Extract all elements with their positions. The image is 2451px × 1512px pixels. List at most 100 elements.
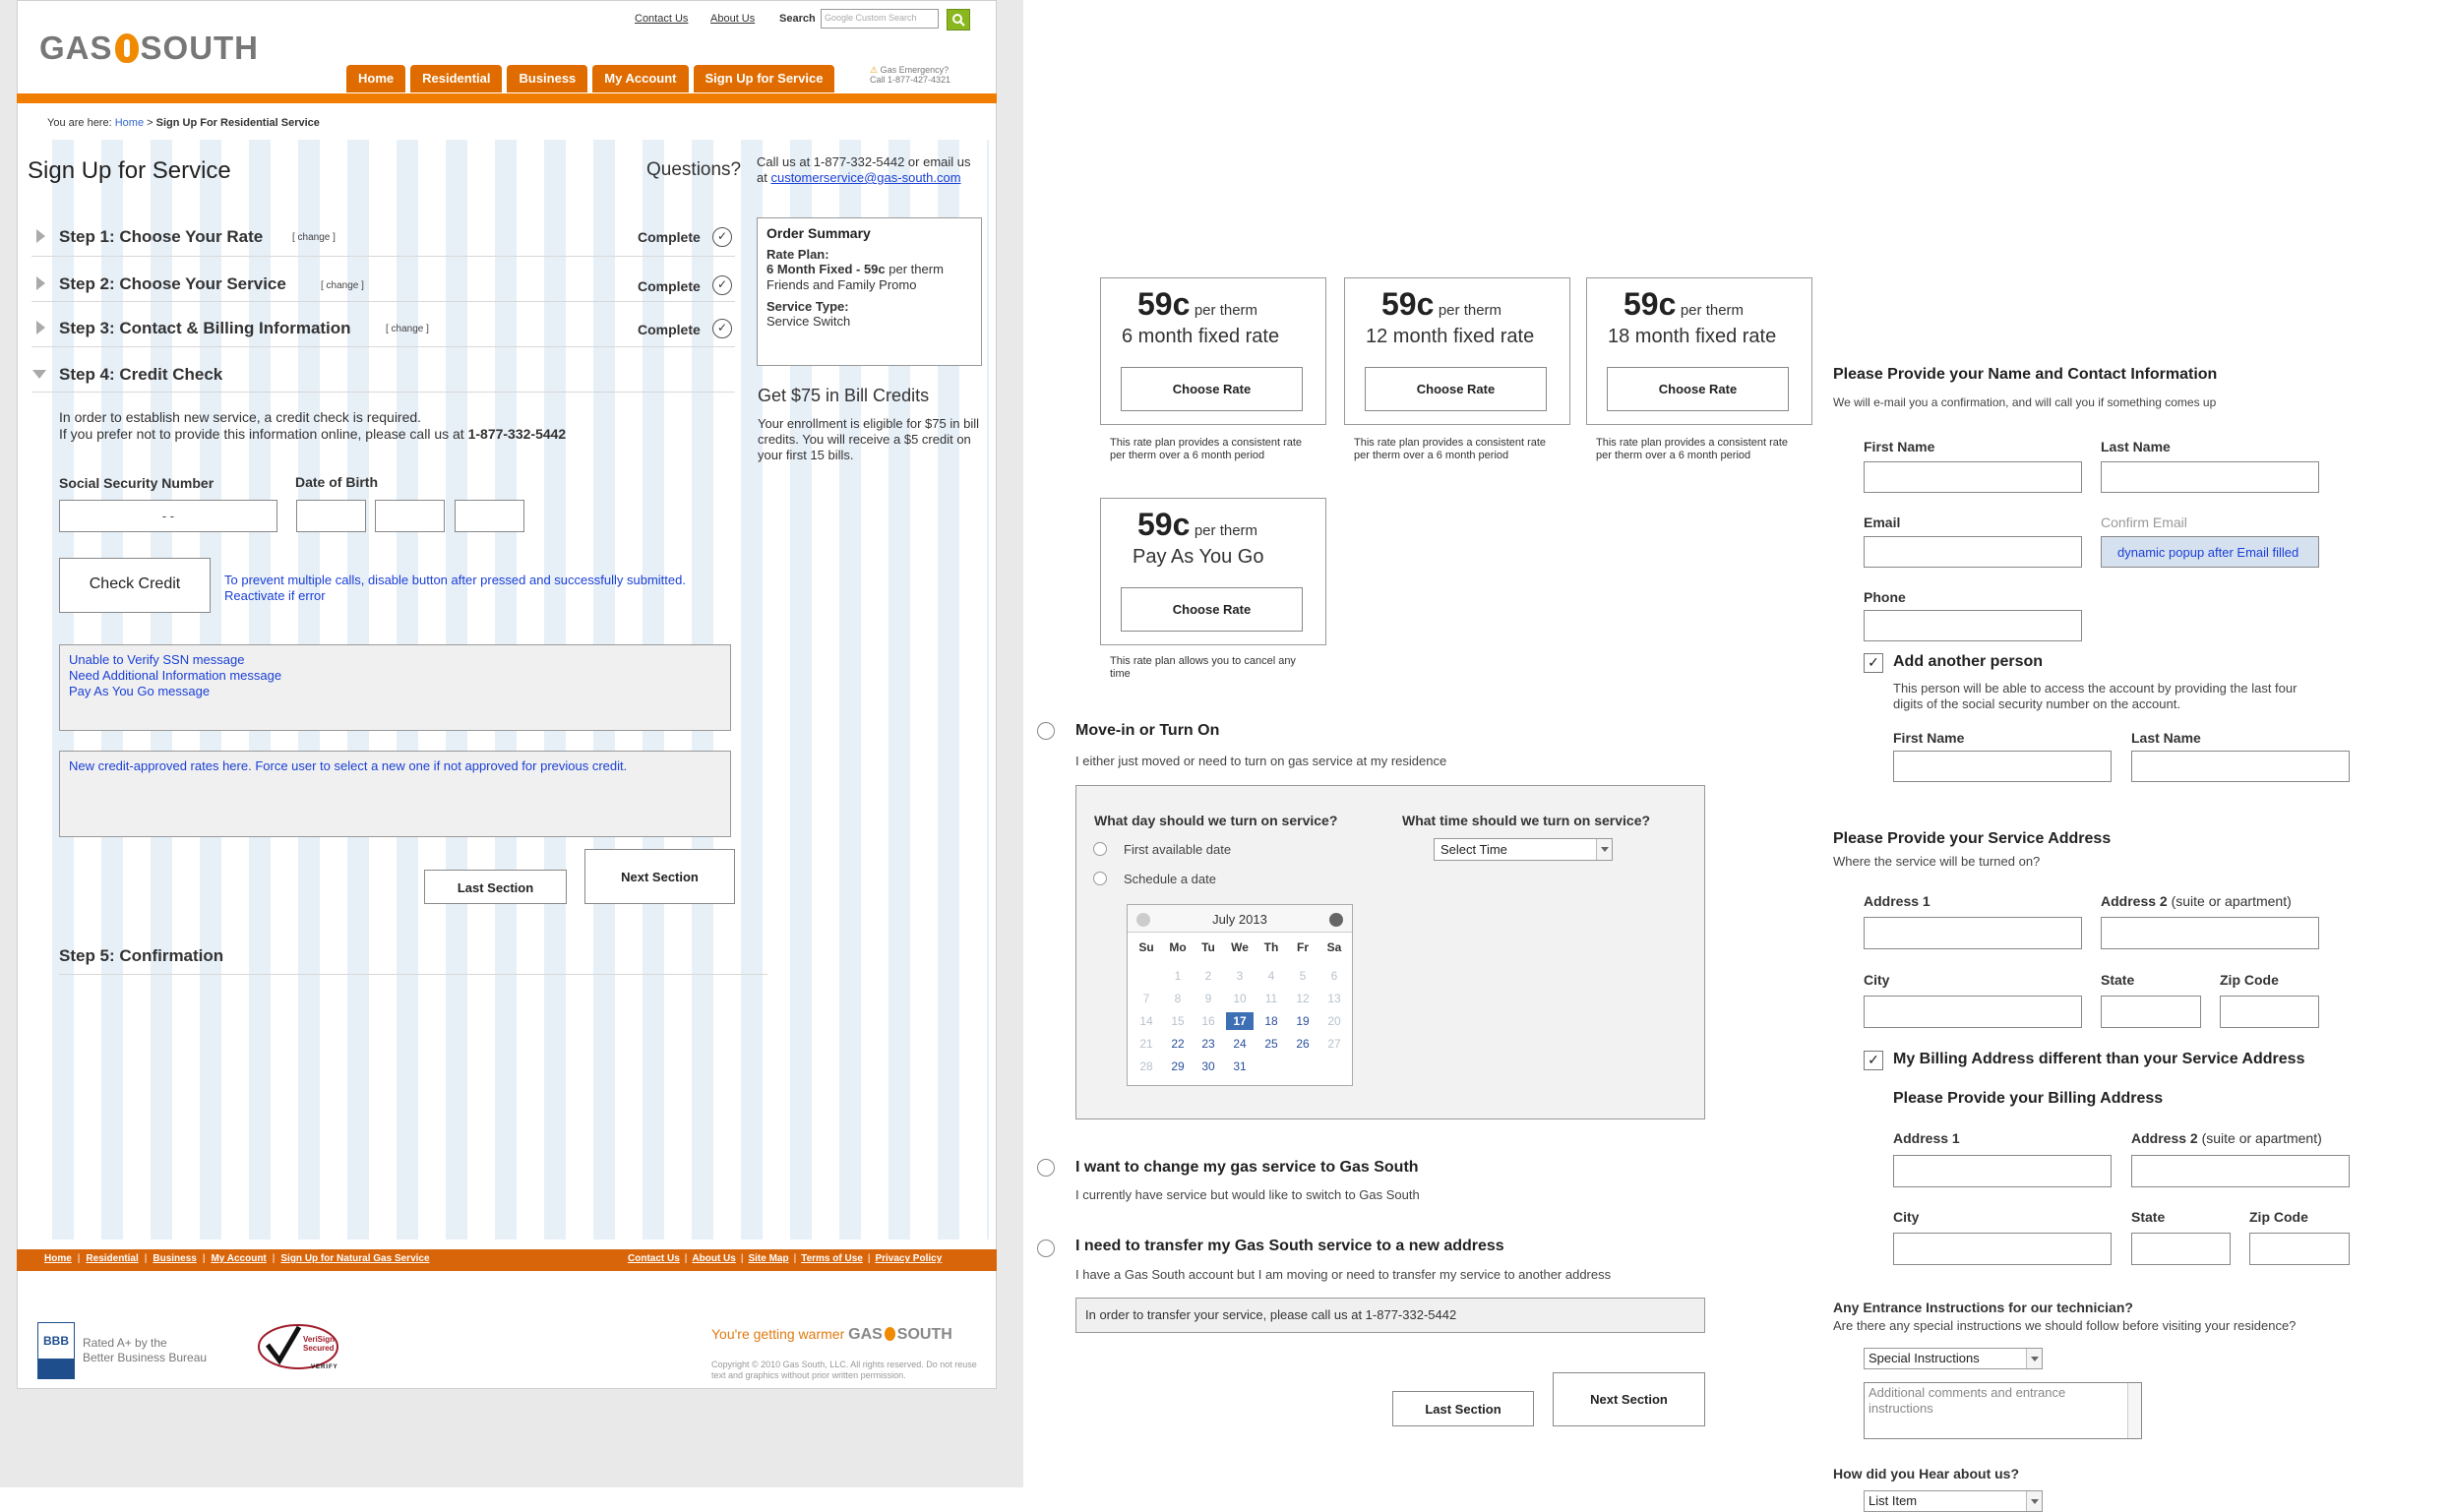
bbb-badge[interactable]: BBB [37, 1322, 75, 1379]
footer-link-site-map[interactable]: Site Map [748, 1253, 788, 1264]
step-3-title[interactable]: Step 3: Contact & Billing Information [59, 319, 351, 338]
top-link-contact[interactable]: Contact Us [635, 13, 688, 25]
footer-link-my-account[interactable]: My Account [211, 1253, 266, 1264]
nav-tab-residential[interactable]: Residential [410, 65, 503, 92]
hear-select[interactable]: List Item [1864, 1490, 2043, 1512]
search-go-button[interactable] [947, 9, 970, 30]
sidebar-email-link[interactable]: customerservice@gas-south.com [770, 170, 960, 185]
collapse-arrow-icon[interactable] [32, 370, 46, 379]
confirm-email-input[interactable]: dynamic popup after Email filled [2101, 536, 2319, 568]
breadcrumb-home[interactable]: Home [115, 117, 144, 129]
step-5-title[interactable]: Step 5: Confirmation [59, 946, 223, 966]
footer-link-terms[interactable]: Terms of Use [801, 1253, 863, 1264]
gas-south-logo[interactable]: GAS SOUTH [39, 30, 259, 67]
choose-rate-button[interactable]: Choose Rate [1607, 367, 1789, 411]
calendar-day-header: Sa [1326, 940, 1342, 954]
state-input[interactable] [2101, 996, 2201, 1028]
nav-tab-my-account[interactable]: My Account [592, 65, 689, 92]
choose-rate-button[interactable]: Choose Rate [1121, 587, 1303, 632]
last-section-button-2[interactable]: Last Section [1392, 1391, 1534, 1426]
footer-link-home[interactable]: Home [44, 1253, 72, 1264]
add-person-checkbox[interactable]: ✓ [1864, 653, 1883, 673]
first-name-2-input[interactable] [1893, 751, 2112, 782]
rate-desc: This rate plan provides a consistent rat… [1596, 437, 1789, 461]
calendar-day[interactable]: 29 [1164, 1058, 1192, 1075]
check-credit-button[interactable]: Check Credit [59, 558, 211, 613]
warning-icon: ⚠ [870, 65, 879, 75]
zip-input[interactable] [2220, 996, 2319, 1028]
calendar-day[interactable]: 31 [1226, 1058, 1254, 1075]
calendar-day[interactable]: 19 [1289, 1012, 1317, 1030]
last-section-button[interactable]: Last Section [424, 870, 567, 904]
verisign-badge[interactable]: VeriSign Secured VERIFY [254, 1323, 350, 1374]
next-section-button-2[interactable]: Next Section [1553, 1372, 1705, 1426]
footer-link-residential[interactable]: Residential [86, 1253, 138, 1264]
dob-day-input[interactable] [375, 500, 445, 532]
first-available-radio[interactable] [1093, 842, 1107, 856]
city-input[interactable] [1864, 996, 2082, 1028]
choose-rate-button[interactable]: Choose Rate [1121, 367, 1303, 411]
step-1-title[interactable]: Step 1: Choose Your Rate [59, 227, 263, 247]
calendar-day: 5 [1299, 969, 1307, 983]
footer-link-sign-up[interactable]: Sign Up for Natural Gas Service [280, 1253, 429, 1264]
footer-link-contact[interactable]: Contact Us [628, 1253, 680, 1264]
time-select[interactable]: Select Time [1434, 838, 1613, 861]
expand-arrow-icon[interactable] [36, 229, 45, 243]
calendar-day[interactable]: 17 [1226, 1012, 1254, 1030]
address1-input[interactable] [1864, 917, 2082, 949]
calendar-day[interactable]: 18 [1257, 1012, 1285, 1030]
first-name-input[interactable] [1864, 461, 2082, 493]
schedule-date-radio[interactable] [1093, 872, 1107, 885]
footer-link-privacy[interactable]: Privacy Policy [875, 1253, 942, 1264]
textarea-scrollbar[interactable] [2127, 1383, 2141, 1438]
nav-tab-sign-up[interactable]: Sign Up for Service [693, 65, 835, 92]
movein-radio[interactable] [1037, 722, 1055, 740]
day-question: What day should we turn on service? [1094, 813, 1338, 828]
step-4-title[interactable]: Step 4: Credit Check [59, 365, 222, 385]
calendar-day[interactable]: 24 [1226, 1035, 1254, 1053]
date-picker: July 2013 Su Mo Tu We Th Fr Sa 1 2 3 4 5 6 7 8 9 10 11 12 1… [1127, 904, 1353, 1086]
billing-city-input[interactable] [1893, 1233, 2112, 1265]
last-name-input[interactable] [2101, 461, 2319, 493]
transfer-radio[interactable] [1037, 1240, 1055, 1257]
step-2-title[interactable]: Step 2: Choose Your Service [59, 274, 286, 294]
calendar-day[interactable]: 22 [1164, 1035, 1192, 1053]
top-link-about[interactable]: About Us [710, 13, 755, 25]
check-credit-note: To prevent multiple calls, disable butto… [224, 573, 686, 604]
nav-bar [17, 93, 997, 103]
billing-different-checkbox[interactable]: ✓ [1864, 1051, 1883, 1070]
last-name-2-input[interactable] [2131, 751, 2350, 782]
choose-rate-button[interactable]: Choose Rate [1365, 367, 1547, 411]
special-instructions-select[interactable]: Special Instructions [1864, 1348, 2043, 1369]
footer-link-business[interactable]: Business [153, 1253, 196, 1264]
change-radio[interactable] [1037, 1159, 1055, 1177]
dob-month-input[interactable] [296, 500, 366, 532]
calendar-day[interactable]: 30 [1195, 1058, 1222, 1075]
step-3-change-link[interactable]: [ change ] [386, 324, 429, 334]
billing-state-input[interactable] [2131, 1233, 2231, 1265]
calendar-day[interactable]: 26 [1289, 1035, 1317, 1053]
dob-year-input[interactable] [455, 500, 524, 532]
nav-tab-business[interactable]: Business [507, 65, 588, 92]
calendar-day[interactable]: 23 [1195, 1035, 1222, 1053]
nav-tab-home[interactable]: Home [346, 65, 406, 92]
phone-input[interactable] [1864, 610, 2082, 641]
expand-arrow-icon[interactable] [36, 276, 45, 290]
step-2-change-link[interactable]: [ change ] [321, 280, 364, 291]
billing-address1-input[interactable] [1893, 1155, 2112, 1187]
step-1-change-link[interactable]: [ change ] [292, 232, 336, 243]
address2-label: Address 2 (suite or apartment) [2101, 893, 2292, 909]
email-input[interactable] [1864, 536, 2082, 568]
footer-sep: | [740, 1253, 744, 1264]
expand-arrow-icon[interactable] [36, 321, 45, 334]
footer-sep: | [793, 1253, 797, 1264]
footer-link-about[interactable]: About Us [692, 1253, 735, 1264]
calendar-day[interactable]: 25 [1257, 1035, 1285, 1053]
ssn-input[interactable]: - - [59, 500, 277, 532]
billing-address2-input[interactable] [2131, 1155, 2350, 1187]
comments-textarea[interactable]: Additional comments and entrance instruc… [1864, 1382, 2142, 1439]
address2-input[interactable] [2101, 917, 2319, 949]
search-input[interactable]: Google Custom Search [821, 9, 939, 29]
billing-zip-input[interactable] [2249, 1233, 2350, 1265]
next-section-button[interactable]: Next Section [584, 849, 735, 904]
